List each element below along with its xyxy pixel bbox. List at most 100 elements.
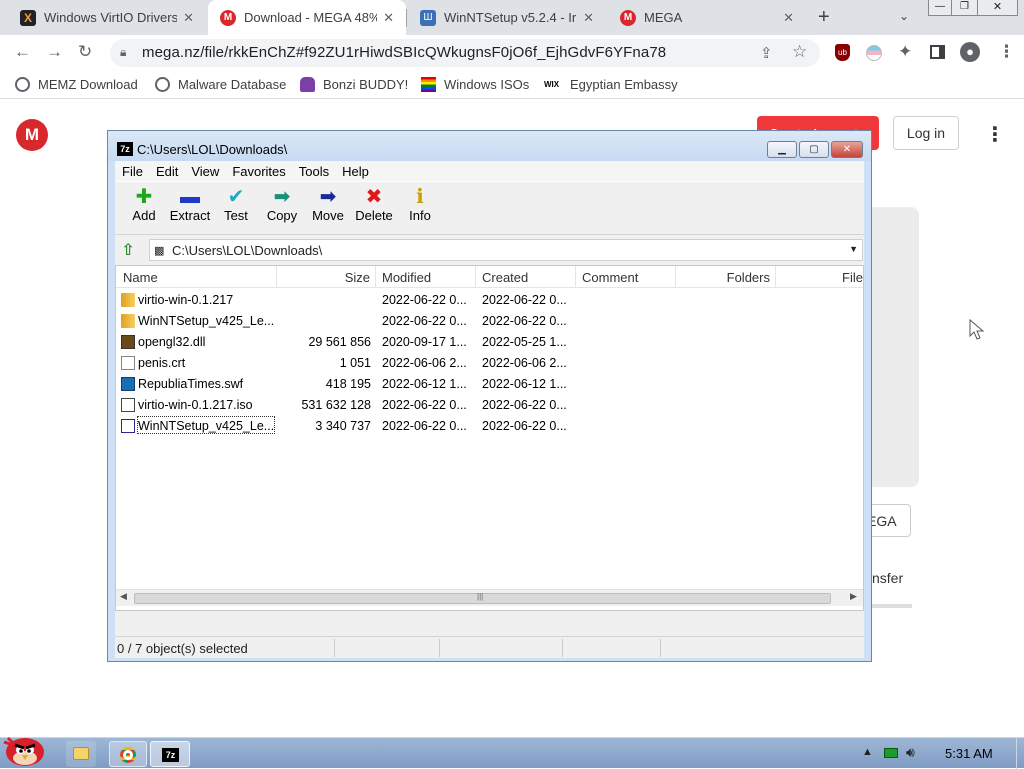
extension-flag-icon[interactable] (866, 45, 882, 61)
close-tab-icon[interactable]: ✕ (183, 10, 194, 26)
copy-button[interactable]: ➡ Copy (259, 186, 305, 223)
new-tab-button[interactable]: + (818, 6, 830, 29)
tab-strip: X Windows VirtIO Drivers ✕ M Download - … (0, 0, 1024, 35)
close-tab-icon[interactable]: ✕ (783, 10, 794, 26)
login-button[interactable]: Log in (893, 116, 959, 150)
bookmark-label: MEMZ Download (38, 77, 138, 92)
menu-edit[interactable]: Edit (156, 164, 178, 179)
move-button[interactable]: ➡ Move (305, 186, 351, 223)
close-window-button[interactable]: ✕ (978, 0, 1018, 16)
close-tab-icon[interactable]: ✕ (383, 10, 394, 26)
url-text[interactable]: mega.nz/file/rkkEnChZ#f92ZU1rHiwdSBIcQWk… (142, 44, 666, 61)
file-created-cell: 2022-06-12 1... (482, 377, 567, 391)
bookmark-windows-isos[interactable]: Windows ISOs (421, 77, 529, 92)
angry-bird-start-icon (3, 736, 44, 766)
side-panel-icon[interactable] (930, 45, 945, 59)
column-name[interactable]: Name (116, 266, 277, 288)
iso-icon (121, 398, 135, 412)
scroll-right-icon[interactable]: ▶ (850, 591, 857, 602)
minimize-window-button[interactable]: — (928, 0, 952, 16)
back-icon[interactable]: ← (14, 42, 31, 62)
winntsetup-favicon-icon: Ш (420, 9, 436, 26)
bookmark-egyptian-embassy[interactable]: WIX Egyptian Embassy (544, 77, 678, 92)
delete-button[interactable]: ✖ Delete (351, 186, 397, 223)
table-row[interactable]: WinNTSetup_v425_Le... 2022-06-22 0... 2022… (116, 311, 863, 332)
test-button[interactable]: ✔ Test (213, 186, 259, 223)
scroll-left-icon[interactable]: ◀ (120, 591, 127, 602)
column-size[interactable]: Size (277, 266, 376, 288)
table-row[interactable]: virtio-win-0.1.217.iso 531 632 128 2022-06… (116, 395, 863, 416)
taskbar-explorer[interactable] (66, 741, 96, 767)
info-button[interactable]: ℹ Info (397, 186, 443, 223)
table-row[interactable]: WinNTSetup_v425_Le... 3 340 737 2022-06-22… (116, 416, 863, 437)
status-bar: 0 / 7 object(s) selected (115, 636, 864, 658)
ublock-icon[interactable]: ub (835, 44, 850, 61)
sevenzip-titlebar[interactable]: 7z C:\Users\LOL\Downloads\ ▁ ▢ ✕ (108, 131, 871, 161)
close-tab-icon[interactable]: ✕ (583, 10, 594, 26)
lock-icon[interactable]: 🔒︎ (120, 45, 126, 60)
battery-icon[interactable] (884, 748, 898, 758)
bookmark-memz[interactable]: MEMZ Download (15, 77, 138, 92)
chrome-icon (120, 747, 136, 763)
tab-mega-download[interactable]: M Download - MEGA 48% ✕ (208, 0, 406, 35)
bonzi-icon (300, 77, 315, 92)
bookmark-label: Egyptian Embassy (570, 77, 678, 92)
tab-search-icon[interactable]: ⌄ (899, 9, 909, 23)
menu-view[interactable]: View (191, 164, 219, 179)
sevenzip-maximize-button[interactable]: ▢ (799, 141, 829, 158)
add-button[interactable]: ✚ Add (121, 186, 167, 223)
file-list[interactable]: Name Size Modified Created Comment Folde… (115, 265, 864, 611)
tab-virtio[interactable]: X Windows VirtIO Drivers ✕ (8, 0, 206, 35)
restore-window-button[interactable]: ❐ (952, 0, 978, 16)
show-hidden-icons-icon[interactable]: ▲ (862, 746, 873, 758)
bookmark-malware-database[interactable]: Malware Database (155, 77, 286, 92)
page-menu-icon[interactable]: ⋮ (985, 122, 1005, 147)
address-bar[interactable]: 🔒︎ mega.nz/file/rkkEnChZ#f92ZU1rHiwdSBIc… (110, 39, 820, 67)
tab-title: WinNTSetup v5.2.4 - Ir (444, 10, 577, 25)
profile-avatar-icon[interactable]: ● (960, 42, 980, 62)
path-combobox[interactable]: ▩ C:\Users\LOL\Downloads\ ▼ (149, 239, 863, 261)
menu-tools[interactable]: Tools (299, 164, 329, 179)
dll-icon (121, 335, 135, 349)
sevenzip-minimize-button[interactable]: ▁ (767, 141, 797, 158)
table-row[interactable]: penis.crt 1 051 2022-06-06 2... 2022-06-06 … (116, 353, 863, 374)
mega-logo[interactable]: M (16, 119, 48, 151)
sevenzip-close-button[interactable]: ✕ (831, 141, 863, 158)
bookmark-star-icon[interactable]: ☆ (792, 42, 807, 62)
column-modified[interactable]: Modified (376, 266, 476, 288)
table-row[interactable]: RepubliaTimes.swf 418 195 2022-06-12 1... 2… (116, 374, 863, 395)
start-button[interactable] (0, 730, 46, 766)
taskbar-chrome[interactable] (109, 741, 147, 767)
column-files[interactable]: File (776, 266, 863, 288)
tab-mega[interactable]: M MEGA ✕ (608, 0, 806, 35)
folder-icon (121, 293, 135, 307)
reload-icon[interactable]: ↻ (78, 42, 92, 62)
dropdown-arrow-icon[interactable]: ▼ (849, 244, 858, 254)
show-desktop-button[interactable] (1016, 738, 1024, 769)
table-row[interactable]: opengl32.dll 29 561 856 2020-09-17 1... 202… (116, 332, 863, 353)
test-label: Test (224, 208, 248, 223)
mega-favicon-icon: M (220, 9, 236, 26)
menu-favorites[interactable]: Favorites (232, 164, 285, 179)
taskbar-7zip[interactable]: 7z (150, 741, 190, 767)
test-icon: ✔ (227, 186, 245, 208)
transfer-text: nsfer (872, 570, 904, 586)
folder-up-icon[interactable]: ⇧ (118, 240, 138, 259)
column-folders[interactable]: Folders (676, 266, 776, 288)
volume-icon[interactable]: 🔊︎ (906, 744, 915, 761)
column-created[interactable]: Created (476, 266, 576, 288)
share-icon[interactable]: ⇪ (760, 44, 773, 62)
horizontal-scrollbar[interactable]: ◀ ||| ▶ (116, 589, 863, 606)
extract-button[interactable]: ▬ Extract (167, 186, 213, 223)
browser-menu-icon[interactable]: ⋮ (998, 42, 1015, 62)
tab-winntsetup[interactable]: Ш WinNTSetup v5.2.4 - Ir ✕ (408, 0, 606, 35)
menu-help[interactable]: Help (342, 164, 369, 179)
bookmark-bonzi-buddy[interactable]: Bonzi BUDDY! (300, 77, 408, 92)
clock[interactable]: 5:31 AM (945, 746, 993, 761)
table-row[interactable]: virtio-win-0.1.217 2022-06-22 0... 2022-06… (116, 290, 863, 311)
extensions-puzzle-icon[interactable]: ✦ (898, 42, 912, 62)
forward-icon[interactable]: → (46, 42, 63, 62)
column-comment[interactable]: Comment (576, 266, 676, 288)
file-modified-cell: 2022-06-22 0... (382, 293, 467, 307)
menu-file[interactable]: File (122, 164, 143, 179)
